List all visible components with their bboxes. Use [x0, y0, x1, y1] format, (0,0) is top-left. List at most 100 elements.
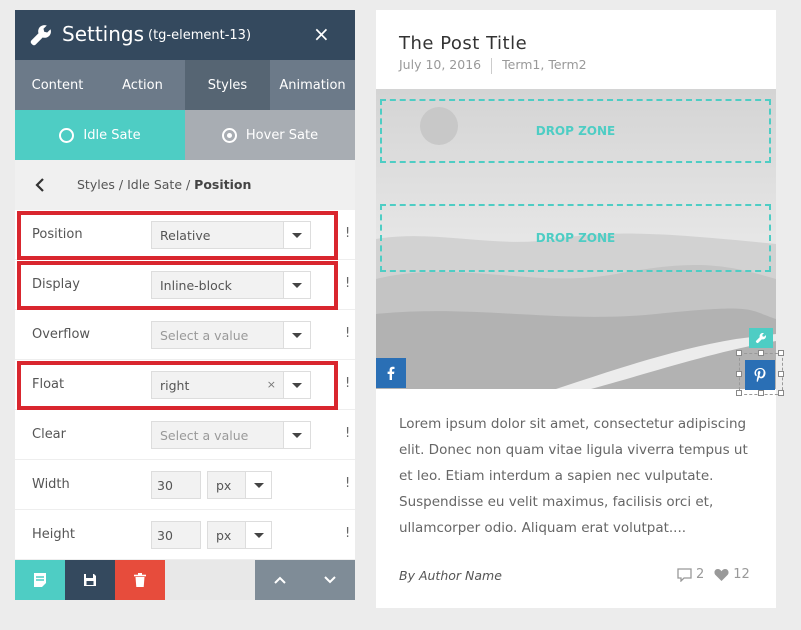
drop-zone-top[interactable]: DROP ZONE [380, 99, 771, 163]
like-count[interactable]: 12 [733, 567, 750, 582]
save-button[interactable] [65, 560, 115, 600]
field-display: Display Inline-block ! [15, 260, 355, 310]
post-date: July 10, 2016 [399, 57, 482, 72]
pinterest-share-button[interactable] [745, 360, 775, 390]
caret-down-icon [283, 222, 310, 248]
settings-header: Settings (tg-element-13) × [15, 10, 355, 60]
hover-state-label: Hover Sate [245, 127, 319, 143]
wrench-icon [755, 333, 766, 344]
back-button[interactable] [15, 160, 65, 210]
facebook-icon [387, 366, 395, 380]
element-id: (tg-element-13) [148, 28, 252, 43]
overflow-select[interactable]: Select a value [151, 321, 311, 349]
chevron-down-icon [324, 576, 336, 584]
move-down-button[interactable] [305, 560, 355, 600]
comment-count[interactable]: 2 [696, 567, 704, 582]
field-clear: Clear Select a value ! [15, 410, 355, 460]
field-label: Height [32, 527, 75, 542]
field-label: Position [32, 227, 83, 242]
select-placeholder: Select a value [160, 428, 249, 443]
select-value: right [160, 378, 190, 393]
resize-handle[interactable] [736, 390, 742, 396]
important-toggle[interactable]: ! [345, 426, 350, 441]
important-toggle[interactable]: ! [345, 226, 350, 241]
tab-content[interactable]: Content [15, 60, 100, 110]
important-toggle[interactable]: ! [345, 476, 350, 491]
post-title[interactable]: The Post Title [399, 33, 527, 54]
note-icon [34, 573, 46, 587]
important-toggle[interactable]: ! [345, 376, 350, 391]
resize-handle[interactable] [758, 390, 764, 396]
heart-icon [714, 569, 729, 581]
width-input[interactable]: 30 [151, 471, 201, 499]
settings-footer [15, 560, 355, 600]
wrench-icon [29, 23, 53, 51]
clear-select[interactable]: Select a value [151, 421, 311, 449]
caret-down-icon [283, 272, 310, 298]
important-toggle[interactable]: ! [345, 526, 350, 541]
caret-down-icon [245, 522, 271, 548]
unit-value: px [216, 478, 232, 493]
field-position: Position Relative ! [15, 210, 355, 260]
post-stats: 2 12 [677, 567, 750, 582]
hover-state-option[interactable]: Hover Sate [185, 110, 355, 160]
breadcrumb-path: Styles / Idle Sate / [77, 177, 195, 192]
post-card: The Post Title July 10, 2016 Term1, Term2… [376, 10, 784, 608]
field-width: Width 30 px ! [15, 460, 355, 510]
tab-animation[interactable]: Animation [270, 60, 355, 110]
display-select[interactable]: Inline-block [151, 271, 311, 299]
post-author[interactable]: By Author Name [399, 568, 502, 583]
height-input[interactable]: 30 [151, 521, 201, 549]
field-overflow: Overflow Select a value ! [15, 310, 355, 360]
tab-styles[interactable]: Styles [185, 60, 270, 110]
drop-zone-middle[interactable]: DROP ZONE [380, 204, 771, 272]
field-label: Width [32, 477, 70, 492]
post-media: DROP ZONE DROP ZONE [376, 89, 776, 389]
resize-handle[interactable] [778, 390, 784, 396]
clear-value-icon[interactable]: × [267, 378, 276, 391]
facebook-share-button[interactable] [376, 358, 406, 388]
edit-element-button[interactable] [749, 328, 773, 348]
float-select[interactable]: right × [151, 371, 311, 399]
caret-down-icon [245, 472, 271, 498]
style-fields: Position Relative ! Display Inline-block… [15, 210, 355, 560]
drop-zone-label: DROP ZONE [535, 231, 616, 245]
idle-state-label: Idle Sate [83, 127, 141, 143]
delete-button[interactable] [115, 560, 165, 600]
resize-handle[interactable] [778, 350, 784, 356]
post-terms[interactable]: Term1, Term2 [502, 57, 586, 72]
move-up-button[interactable] [255, 560, 305, 600]
tab-action[interactable]: Action [100, 60, 185, 110]
idle-state-option[interactable]: Idle Sate [15, 110, 185, 160]
state-switcher: Idle Sate Hover Sate [15, 110, 355, 160]
height-unit-select[interactable]: px [207, 521, 272, 549]
caret-down-icon [283, 422, 310, 448]
notes-button[interactable] [15, 560, 65, 600]
settings-panel: Settings (tg-element-13) × Content Actio… [15, 10, 355, 600]
floppy-disk-icon [84, 574, 96, 586]
resize-handle[interactable] [778, 371, 784, 377]
chevron-up-icon [274, 576, 286, 584]
select-value: Relative [160, 228, 211, 243]
post-excerpt: Lorem ipsum dolor sit amet, consectetur … [399, 416, 748, 536]
pinterest-icon [754, 368, 766, 382]
field-height: Height 30 px ! [15, 510, 355, 560]
field-label: Overflow [32, 327, 91, 342]
meta-divider [491, 57, 493, 74]
trash-icon [134, 573, 146, 587]
position-select[interactable]: Relative [151, 221, 311, 249]
unit-value: px [216, 528, 232, 543]
caret-down-icon [283, 372, 310, 398]
field-label: Float [32, 377, 65, 392]
chevron-left-icon [35, 178, 44, 192]
select-placeholder: Select a value [160, 328, 249, 343]
close-button[interactable]: × [313, 23, 330, 45]
radio-on-icon [221, 127, 237, 143]
radio-off-icon [59, 127, 75, 143]
important-toggle[interactable]: ! [345, 276, 350, 291]
field-float: Float right × ! [15, 360, 355, 410]
width-unit-select[interactable]: px [207, 471, 272, 499]
important-toggle[interactable]: ! [345, 326, 350, 341]
comment-icon [677, 567, 692, 582]
drop-zone-label: DROP ZONE [535, 124, 616, 138]
